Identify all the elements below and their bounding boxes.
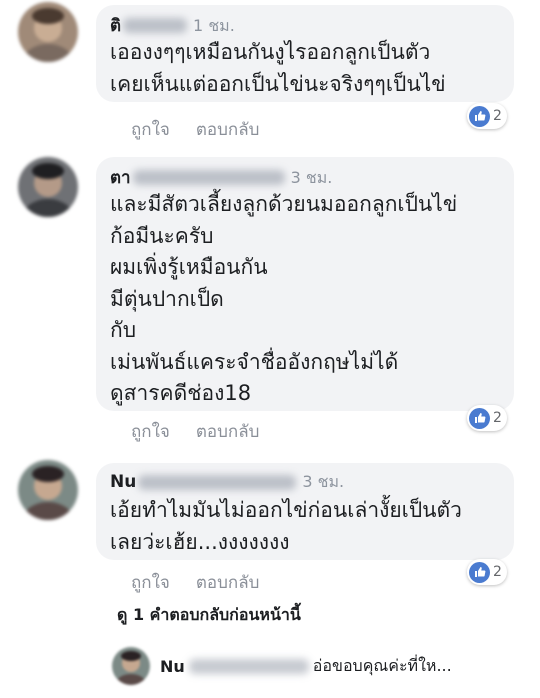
comment-line: กับ bbox=[110, 318, 137, 342]
comment-actions: ถูกใจ ตอบกลับ bbox=[131, 418, 259, 445]
reply-link[interactable]: ตอบกลับ bbox=[196, 418, 260, 445]
like-icon bbox=[469, 561, 490, 583]
comment-line: มีตุ่นปากเป็ด bbox=[110, 286, 224, 311]
like-link[interactable]: ถูกใจ bbox=[131, 418, 170, 445]
comment-actions: ถูกใจ ตอบกลับ bbox=[131, 116, 259, 143]
reaction-count: 2 bbox=[493, 564, 502, 580]
avatar[interactable] bbox=[18, 157, 78, 217]
reply-link[interactable]: ตอบกลับ bbox=[196, 569, 260, 596]
redacted-name bbox=[132, 170, 285, 185]
comment-line: เม่นพันธ์แคระจำชื่ออังกฤษไม่ได้ bbox=[110, 349, 399, 374]
reply-link[interactable]: ตอบกลับ bbox=[196, 116, 260, 143]
avatar[interactable] bbox=[112, 647, 150, 685]
comment-author[interactable]: ติ bbox=[110, 12, 121, 39]
redacted-name bbox=[123, 18, 188, 33]
comment-timestamp[interactable]: 1 ชม. bbox=[193, 14, 235, 39]
comment-line: ผมเพิ่งรู้เหมือนกัน bbox=[110, 255, 268, 279]
comment-text: และมีสัตวเลี้ยงลูกด้วยนมออกลูกเป็นไข่ ก้… bbox=[110, 189, 457, 410]
like-icon bbox=[469, 105, 490, 127]
comment-bubble: ตา 3 ชม. และมีสัตวเลี้ยงลูกด้วยนมออกลูกเ… bbox=[96, 157, 514, 411]
comment-text: เอองงๆๆเหมือนกันงูไรออกลูกเป็นตัว เคยเห็… bbox=[110, 37, 446, 100]
reaction-count: 2 bbox=[493, 108, 502, 124]
reaction-count: 2 bbox=[493, 410, 502, 426]
comment-timestamp[interactable]: 3 ชม. bbox=[302, 470, 344, 495]
reaction-badge[interactable]: 2 bbox=[467, 405, 507, 431]
redacted-name bbox=[188, 658, 309, 674]
redacted-name bbox=[138, 475, 297, 490]
reaction-badge[interactable]: 2 bbox=[467, 559, 507, 585]
comment-bubble: Nu 3 ชม. เอ้ยทำไมมันไม่ออกไข่ก่อนเล่างั้… bbox=[96, 463, 514, 560]
reply-preview[interactable]: Nu อ่อขอบคุณค่ะที่ให... bbox=[112, 645, 532, 687]
reply-snippet: อ่อขอบคุณค่ะที่ให... bbox=[312, 655, 452, 675]
comment-line: เอองงๆๆเหมือนกันงูไรออกลูกเป็นตัว bbox=[110, 40, 431, 64]
comment-actions: ถูกใจ ตอบกลับ bbox=[131, 569, 259, 596]
comment-line: เอ้ยทำไมมันไม่ออกไข่ก่อนเล่างั้ยเป็นตัว bbox=[110, 498, 462, 522]
comment-bubble: ติ 1 ชม. เอองงๆๆเหมือนกันงูไรออกลูกเป็นต… bbox=[96, 5, 514, 102]
reply-author[interactable]: Nu bbox=[160, 657, 185, 676]
view-previous-replies-link[interactable]: ดู 1 คำตอบกลับก่อนหน้านี้ bbox=[117, 603, 301, 628]
comment-line: ก้อมีนะครับ bbox=[110, 223, 214, 248]
comment-line: ดูสารคดีช่อง18 bbox=[110, 381, 252, 405]
comment-line: เคยเห็นแต่ออกเป็นไข่นะจริงๆๆเป็นไข่ bbox=[110, 71, 446, 96]
avatar[interactable] bbox=[18, 2, 78, 62]
comment-author[interactable]: Nu bbox=[110, 472, 136, 492]
comment-timestamp[interactable]: 3 ชม. bbox=[291, 166, 333, 191]
comment-author[interactable]: ตา bbox=[110, 164, 131, 191]
like-link[interactable]: ถูกใจ bbox=[131, 116, 170, 143]
like-icon bbox=[469, 407, 490, 429]
comment-line: เลยว่ะเฮ้ย...งงงงงงง bbox=[110, 529, 290, 554]
avatar[interactable] bbox=[18, 460, 78, 520]
like-link[interactable]: ถูกใจ bbox=[131, 569, 170, 596]
reaction-badge[interactable]: 2 bbox=[467, 103, 507, 129]
comment-text: เอ้ยทำไมมันไม่ออกไข่ก่อนเล่างั้ยเป็นตัว … bbox=[110, 495, 462, 558]
comment-line: และมีสัตวเลี้ยงลูกด้วยนมออกลูกเป็นไข่ bbox=[110, 192, 458, 216]
